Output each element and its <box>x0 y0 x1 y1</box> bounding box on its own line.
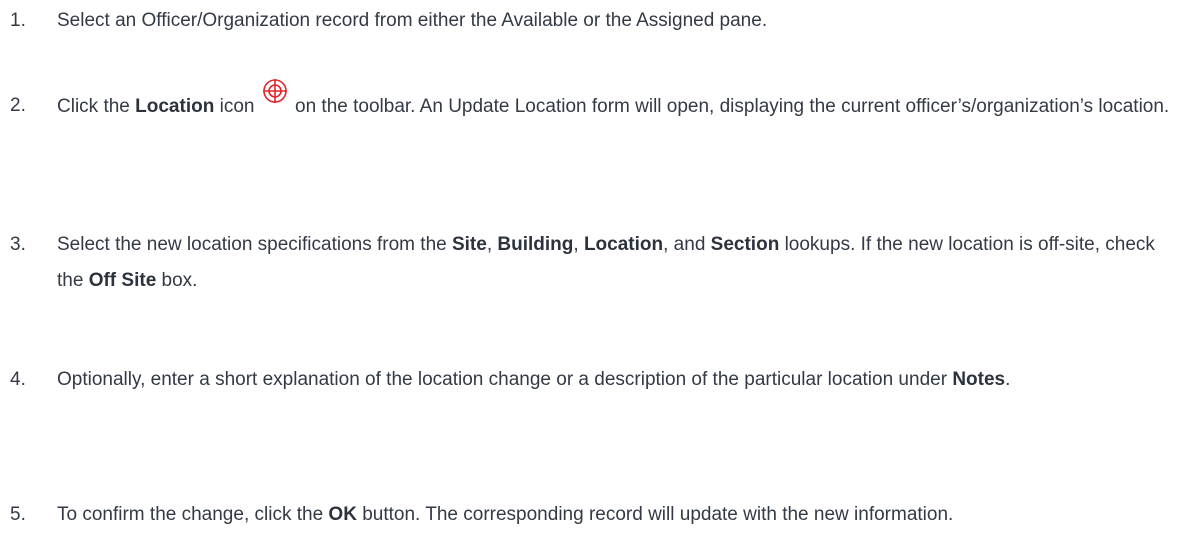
step-text-fragment: To confirm the change, click the <box>57 504 329 525</box>
step-number: 2. <box>10 95 26 116</box>
step-text-fragment: . <box>1005 369 1011 390</box>
step-text-fragment: box. <box>156 270 198 291</box>
step-number: 1. <box>10 10 26 31</box>
step-text-fragment: Optionally, enter a short explanation of… <box>57 369 953 390</box>
ui-term: Site <box>451 234 487 255</box>
step-text-fragment: Click the <box>57 96 136 117</box>
step-number: 3. <box>10 234 26 255</box>
step-text-fragment: , <box>486 234 498 255</box>
step-text-fragment: on the toolbar. An Update Location form … <box>289 96 1170 117</box>
location-target-icon <box>262 78 288 104</box>
step-text: Optionally, enter a short explanation of… <box>57 362 1182 398</box>
step-text-fragment: Select an Officer/Organization record fr… <box>57 10 768 31</box>
ui-term: Location <box>135 96 215 117</box>
step-number: 5. <box>10 504 26 525</box>
step-text-fragment: , and <box>663 234 711 255</box>
ui-term: Building <box>497 234 574 255</box>
ui-term: OK <box>328 504 357 525</box>
step-text: Select an Officer/Organization record fr… <box>57 3 1182 39</box>
step-text: Select the new location specifications f… <box>57 227 1182 299</box>
step-text: Click the Location icon on the toolbar. … <box>57 79 1182 125</box>
ui-term: Location <box>583 234 664 255</box>
ui-term: Notes <box>952 369 1006 390</box>
ui-term: Section <box>710 234 780 255</box>
step-text-fragment: , <box>573 234 584 255</box>
step-text-fragment: icon <box>214 96 260 117</box>
step-text-fragment: button. The corresponding record will up… <box>356 504 954 525</box>
step-text-fragment: Select the new location specifications f… <box>57 234 452 255</box>
step-text: To confirm the change, click the OK butt… <box>57 497 1182 533</box>
step-number: 4. <box>10 369 26 390</box>
ui-term: Off Site <box>88 270 157 291</box>
